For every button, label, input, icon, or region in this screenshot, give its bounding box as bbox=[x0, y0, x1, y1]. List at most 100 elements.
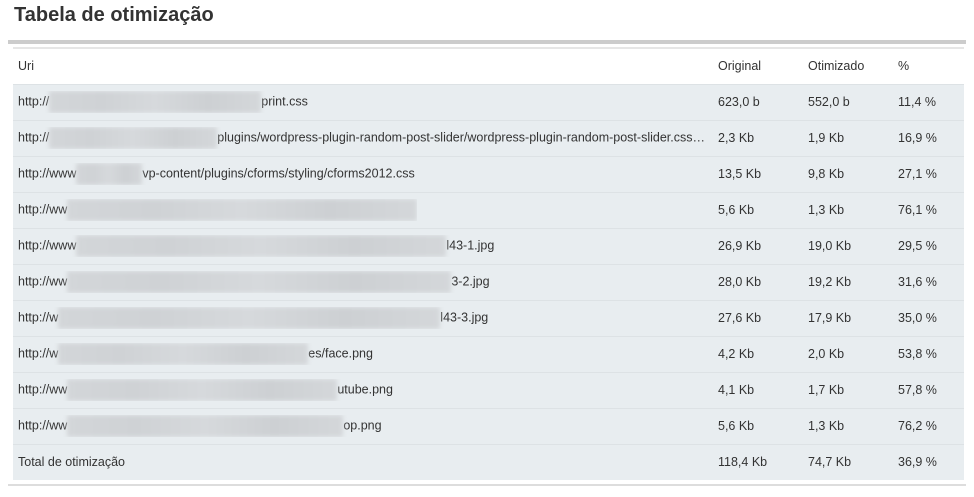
uri-suffix: plugins/wordpress-plugin-random-post-sli… bbox=[217, 130, 705, 145]
uri-cell: http://ww bbox=[13, 192, 713, 229]
original-size: 5,6 Kb bbox=[713, 408, 803, 445]
optimized-size: 9,8 Kb bbox=[803, 156, 893, 193]
uri-text: http://w es/face.png bbox=[18, 343, 373, 365]
table-row: http://ww 5,6 Kb 1,3 Kb 76,1 % bbox=[13, 192, 964, 229]
uri-cell: http://w l43-3.jpg bbox=[13, 300, 713, 337]
optimized-size: 1,3 Kb bbox=[803, 408, 893, 445]
uri-suffix: vp-content/plugins/cforms/styling/cforms… bbox=[142, 166, 415, 181]
uri-cell: http://www l43-1.jpg bbox=[13, 228, 713, 265]
percent-saved: 57,8 % bbox=[893, 372, 964, 409]
uri-cell: http://www vp-content/plugins/cforms/styl… bbox=[13, 156, 713, 193]
redacted-blur bbox=[67, 415, 344, 437]
uri-prefix: http:// bbox=[18, 94, 50, 109]
uri-prefix: http://ww bbox=[18, 382, 68, 397]
redacted-blur bbox=[67, 199, 418, 221]
optimized-size: 1,3 Kb bbox=[803, 192, 893, 229]
uri-prefix: http://w bbox=[18, 310, 59, 325]
total-percent: 36,9 % bbox=[893, 444, 964, 480]
table-row: http://ww 3-2.jpg 28,0 Kb 19,2 Kb 31,6 % bbox=[13, 264, 964, 301]
optimized-size: 1,7 Kb bbox=[803, 372, 893, 409]
column-header-optimized: Otimizado bbox=[803, 47, 893, 85]
original-size: 5,6 Kb bbox=[713, 192, 803, 229]
percent-saved: 16,9 % bbox=[893, 120, 964, 157]
column-header-uri: Uri bbox=[13, 47, 713, 85]
original-size: 4,2 Kb bbox=[713, 336, 803, 373]
uri-text: http://www vp-content/plugins/cforms/styl… bbox=[18, 163, 415, 185]
column-header-original: Original bbox=[713, 47, 803, 85]
original-size: 26,9 Kb bbox=[713, 228, 803, 265]
uri-prefix: http://w bbox=[18, 346, 59, 361]
total-original: 118,4 Kb bbox=[713, 444, 803, 480]
table-row: http://ww utube.png 4,1 Kb 1,7 Kb 57,8 % bbox=[13, 372, 964, 409]
uri-cell: http:// print.css bbox=[13, 84, 713, 121]
percent-saved: 11,4 % bbox=[893, 84, 964, 121]
uri-text: http:// plugins/wordpress-plugin-random-p… bbox=[18, 127, 705, 149]
uri-cell: http://w es/face.png bbox=[13, 336, 713, 373]
original-size: 13,5 Kb bbox=[713, 156, 803, 193]
redacted-blur bbox=[67, 379, 338, 401]
uri-cell: http:// plugins/wordpress-plugin-random-p… bbox=[13, 120, 713, 157]
redacted-blur bbox=[58, 307, 441, 329]
percent-saved: 76,1 % bbox=[893, 192, 964, 229]
column-header-percent: % bbox=[893, 47, 964, 85]
redacted-blur bbox=[49, 91, 262, 113]
optimized-size: 19,0 Kb bbox=[803, 228, 893, 265]
uri-prefix: http://ww bbox=[18, 274, 68, 289]
table-row: http://www vp-content/plugins/cforms/styl… bbox=[13, 156, 964, 193]
table-row: http:// print.css 623,0 b 552,0 b 11,4 % bbox=[13, 84, 964, 121]
uri-text: http://ww bbox=[18, 199, 418, 221]
original-size: 4,1 Kb bbox=[713, 372, 803, 409]
table-row: http:// plugins/wordpress-plugin-random-p… bbox=[13, 120, 964, 157]
original-size: 2,3 Kb bbox=[713, 120, 803, 157]
percent-saved: 31,6 % bbox=[893, 264, 964, 301]
uri-prefix: http://ww bbox=[18, 202, 68, 217]
percent-saved: 53,8 % bbox=[893, 336, 964, 373]
original-size: 623,0 b bbox=[713, 84, 803, 121]
uri-text: http:// print.css bbox=[18, 91, 308, 113]
original-size: 27,6 Kb bbox=[713, 300, 803, 337]
table-row: http://w es/face.png 4,2 Kb 2,0 Kb 53,8 % bbox=[13, 336, 964, 373]
uri-text: http://ww utube.png bbox=[18, 379, 393, 401]
uri-cell: http://ww op.png bbox=[13, 408, 713, 445]
total-label: Total de otimização bbox=[13, 444, 713, 480]
total-optimized: 74,7 Kb bbox=[803, 444, 893, 480]
uri-suffix: l43-1.jpg bbox=[446, 238, 495, 253]
redacted-blur bbox=[49, 127, 218, 149]
uri-cell: http://ww utube.png bbox=[13, 372, 713, 409]
uri-text: http://ww op.png bbox=[18, 415, 382, 437]
uri-text: http://www l43-1.jpg bbox=[18, 235, 494, 257]
uri-text: http://ww 3-2.jpg bbox=[18, 271, 490, 293]
uri-prefix: http://www bbox=[18, 166, 77, 181]
uri-prefix: http://ww bbox=[18, 418, 68, 433]
percent-saved: 29,5 % bbox=[893, 228, 964, 265]
original-size: 28,0 Kb bbox=[713, 264, 803, 301]
redacted-blur bbox=[67, 271, 452, 293]
table-row: http://ww op.png 5,6 Kb 1,3 Kb 76,2 % bbox=[13, 408, 964, 445]
uri-suffix: l43-3.jpg bbox=[440, 310, 489, 325]
optimization-table-panel: Uri Original Otimizado % http:// print.cs… bbox=[8, 44, 966, 486]
optimized-size: 19,2 Kb bbox=[803, 264, 893, 301]
table-row: http://www l43-1.jpg 26,9 Kb 19,0 Kb 29,5… bbox=[13, 228, 964, 265]
redacted-blur bbox=[76, 163, 143, 185]
uri-text: http://w l43-3.jpg bbox=[18, 307, 488, 329]
uri-suffix: print.css bbox=[261, 94, 308, 109]
page-title: Tabela de otimização bbox=[14, 4, 214, 26]
optimized-size: 2,0 Kb bbox=[803, 336, 893, 373]
uri-suffix: 3-2.jpg bbox=[451, 274, 490, 289]
table-header: Uri Original Otimizado % bbox=[13, 47, 964, 85]
percent-saved: 35,0 % bbox=[893, 300, 964, 337]
total-row: Total de otimização 118,4 Kb 74,7 Kb 36,… bbox=[13, 444, 964, 480]
table-row: http://w l43-3.jpg 27,6 Kb 17,9 Kb 35,0 % bbox=[13, 300, 964, 337]
uri-suffix: op.png bbox=[343, 418, 382, 433]
uri-prefix: http://www bbox=[18, 238, 77, 253]
uri-cell: http://ww 3-2.jpg bbox=[13, 264, 713, 301]
percent-saved: 27,1 % bbox=[893, 156, 964, 193]
optimization-table: Uri Original Otimizado % http:// print.cs… bbox=[13, 47, 964, 480]
redacted-blur bbox=[76, 235, 447, 257]
uri-prefix: http:// bbox=[18, 130, 50, 145]
optimized-size: 17,9 Kb bbox=[803, 300, 893, 337]
percent-saved: 76,2 % bbox=[893, 408, 964, 445]
optimized-size: 552,0 b bbox=[803, 84, 893, 121]
optimized-size: 1,9 Kb bbox=[803, 120, 893, 157]
uri-suffix: es/face.png bbox=[308, 346, 373, 361]
